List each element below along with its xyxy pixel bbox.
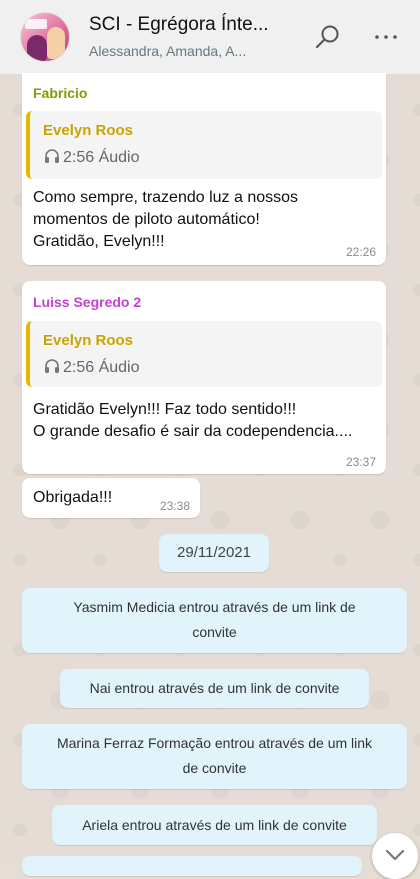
system-message-line: Ariela entrou através de um link de conv… bbox=[82, 817, 347, 833]
system-message: Ariela entrou através de um link de conv… bbox=[52, 805, 377, 845]
headphones-icon bbox=[45, 359, 59, 373]
system-message-line: Marina Ferraz Formação entrou através de… bbox=[56, 735, 373, 751]
audio-duration: 2:56 Áudio bbox=[63, 359, 140, 376]
chat-participants[interactable]: Alessandra, Amanda, A... bbox=[89, 43, 279, 59]
date-label: 29/11/2021 bbox=[177, 544, 251, 561]
more-options-icon[interactable] bbox=[371, 22, 401, 52]
message-line: momentos de piloto automático! bbox=[33, 211, 260, 228]
system-message: Marina Ferraz Formação entrou através de… bbox=[22, 724, 407, 789]
message-bubble[interactable]: Luiss Segredo 2 Evelyn Roos 2:56 Áudio G… bbox=[22, 281, 386, 474]
message-text: Obrigada!!! bbox=[33, 489, 113, 506]
message-text: Como sempre, trazendo luz a nossos momen… bbox=[33, 187, 298, 253]
message-bubble[interactable]: Fabricio Evelyn Roos 2:56 Áudio Como sem… bbox=[22, 73, 386, 265]
group-avatar[interactable] bbox=[20, 12, 70, 62]
message-line: Gratidão Evelyn!!! Faz todo sentido!!! bbox=[33, 401, 297, 418]
message-line: Como sempre, trazendo luz a nossos bbox=[33, 189, 299, 206]
system-message: Yasmim Medicia entrou através de um link… bbox=[22, 588, 407, 653]
quoted-audio: 2:56 Áudio bbox=[43, 357, 140, 377]
message-time: 22:26 bbox=[345, 245, 376, 259]
quoted-message[interactable]: Evelyn Roos 2:56 Áudio bbox=[26, 321, 382, 387]
avatar-figure bbox=[27, 35, 47, 61]
quoted-audio: 2:56 Áudio bbox=[43, 147, 140, 167]
chevron-down-icon bbox=[385, 849, 405, 861]
chat-header: SCI - Egrégora Ínte... Alessandra, Amand… bbox=[0, 0, 420, 75]
message-line: O grande desafio é sair da codependencia… bbox=[33, 423, 353, 440]
message-text: Gratidão Evelyn!!! Faz todo sentido!!! O… bbox=[33, 399, 352, 443]
system-message bbox=[22, 856, 362, 876]
message-time: 23:38 bbox=[159, 499, 190, 513]
system-message-line: Nai entrou através de um link de convite bbox=[89, 680, 340, 696]
system-message: Nai entrou através de um link de convite bbox=[60, 669, 369, 708]
quoted-sender: Evelyn Roos bbox=[43, 122, 134, 139]
message-bubble[interactable]: Obrigada!!! 23:38 bbox=[22, 478, 200, 518]
chat-title[interactable]: SCI - Egrégora Ínte... bbox=[89, 14, 289, 36]
quoted-sender: Evelyn Roos bbox=[43, 332, 134, 349]
scroll-to-bottom-button[interactable] bbox=[372, 833, 418, 879]
message-sender[interactable]: Fabricio bbox=[33, 85, 87, 101]
audio-duration: 2:56 Áudio bbox=[63, 149, 140, 166]
quoted-message[interactable]: Evelyn Roos 2:56 Áudio bbox=[26, 111, 382, 179]
headphones-icon bbox=[45, 149, 59, 163]
message-line: Gratidão, Evelyn!!! bbox=[33, 233, 165, 250]
avatar-figure bbox=[47, 27, 65, 59]
message-sender[interactable]: Luiss Segredo 2 bbox=[33, 294, 141, 310]
date-divider: 29/11/2021 bbox=[159, 534, 269, 572]
avatar-logo bbox=[25, 19, 47, 29]
system-message-line: de convite bbox=[182, 760, 247, 776]
system-message-line: Yasmim Medicia entrou através de um link… bbox=[73, 599, 356, 615]
search-icon[interactable] bbox=[313, 22, 343, 52]
system-message-line: convite bbox=[192, 624, 237, 640]
message-time: 23:37 bbox=[345, 455, 376, 469]
